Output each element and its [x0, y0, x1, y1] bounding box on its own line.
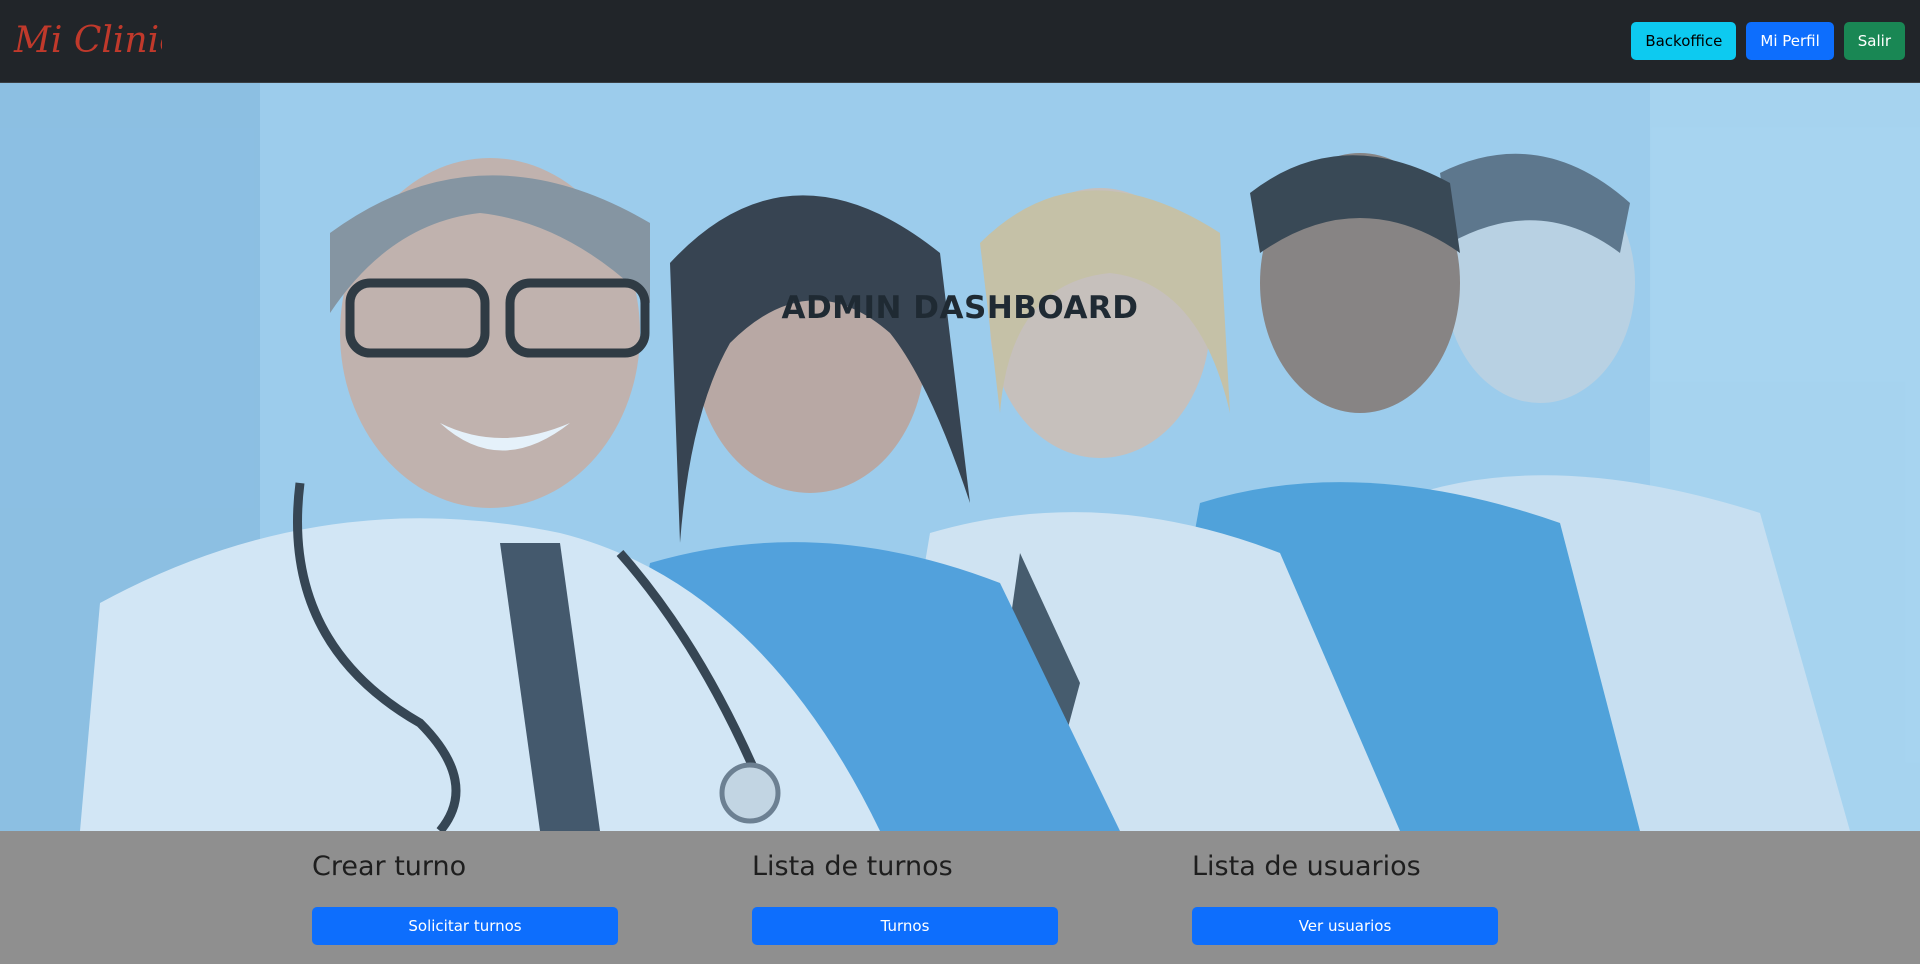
- card-users-list: Lista de usuarios Ver usuarios: [1192, 851, 1498, 945]
- hero-banner: ADMIN DASHBOARD: [0, 83, 1920, 831]
- hero-overlay: [0, 83, 1920, 831]
- page-title: ADMIN DASHBOARD: [781, 290, 1139, 326]
- mi-clinica-logo[interactable]: Mi Clinica: [12, 10, 162, 66]
- profile-button[interactable]: Mi Perfil: [1746, 22, 1834, 60]
- card-create-appointment: Crear turno Solicitar turnos: [312, 851, 618, 945]
- backoffice-button[interactable]: Backoffice: [1631, 22, 1737, 60]
- nav-actions: Backoffice Mi Perfil Salir: [1631, 22, 1905, 60]
- request-appointments-button[interactable]: Solicitar turnos: [312, 907, 618, 945]
- card-title: Lista de turnos: [752, 851, 953, 882]
- svg-text:Mi Clinica: Mi Clinica: [13, 20, 162, 61]
- dashboard-cards: Crear turno Solicitar turnos Lista de tu…: [0, 831, 1920, 964]
- logout-button[interactable]: Salir: [1843, 22, 1905, 60]
- top-navbar: Mi Clinica Backoffice Mi Perfil Salir: [0, 0, 1920, 83]
- view-users-button[interactable]: Ver usuarios: [1192, 907, 1498, 945]
- card-title: Crear turno: [312, 851, 467, 882]
- appointments-button[interactable]: Turnos: [752, 907, 1058, 945]
- card-appointments-list: Lista de turnos Turnos: [752, 851, 1058, 945]
- card-title: Lista de usuarios: [1192, 851, 1421, 882]
